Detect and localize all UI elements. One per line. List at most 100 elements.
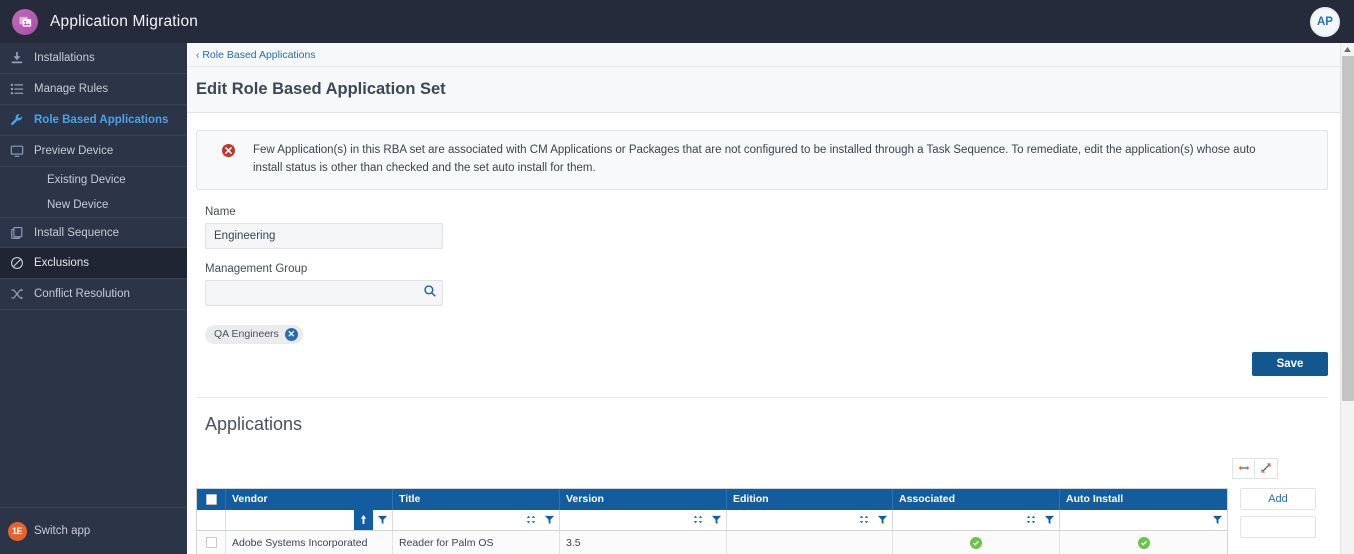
sidebar-item-conflict-resolution[interactable]: Conflict Resolution (0, 279, 187, 310)
field-gap (205, 249, 1342, 263)
sidebar-item-label: Install Sequence (34, 226, 120, 239)
ban-icon (0, 256, 34, 270)
sidebar-item-preview-device[interactable]: Preview Device (0, 136, 187, 167)
check-circle-icon (970, 536, 982, 549)
search-icon[interactable] (423, 284, 437, 298)
save-row: Save (196, 344, 1342, 376)
top-bar: Application Migration AP (0, 0, 1354, 43)
secondary-action-button[interactable] (1240, 515, 1316, 538)
add-button[interactable]: Add (1240, 487, 1316, 510)
filter-cell-vendor (226, 509, 393, 531)
filter-icon-associated[interactable] (1040, 509, 1059, 530)
check-circle-icon (1137, 536, 1150, 549)
form-section: Name Management Group (196, 190, 1342, 344)
expand-diagonal-icon[interactable] (1255, 457, 1278, 479)
copy-icon (0, 226, 34, 240)
grid-filter-row (197, 509, 1227, 531)
sidebar-item-label: Conflict Resolution (34, 288, 130, 300)
switch-app-button[interactable]: 1E Switch app (0, 507, 187, 554)
sidebar-item-role-based-applications[interactable]: Role Based Applications (0, 105, 187, 136)
row-checkbox[interactable] (205, 537, 217, 549)
page-header: Edit Role Based Application Set (187, 67, 1354, 113)
filter-cell-associated (893, 509, 1060, 531)
select-all-cell (197, 488, 226, 510)
sidebar-item-label: Preview Device (34, 145, 114, 157)
sidebar-item-exclusions[interactable]: Exclusions (0, 248, 187, 279)
column-header-title[interactable]: Title (393, 488, 560, 510)
scrollbar-thumb[interactable] (1342, 56, 1354, 401)
content-scroll-area: Few Application(s) in this RBA set are a… (187, 113, 1354, 554)
filter-icon-vendor[interactable] (373, 509, 392, 530)
applications-grid-wrap: Vendor Title Version Edition Associated … (196, 479, 1342, 554)
column-header-associated[interactable]: Associated (893, 488, 1060, 510)
filter-icon-title[interactable] (540, 509, 559, 530)
column-header-vendor[interactable]: Vendor (226, 488, 393, 510)
filter-cell-edition (727, 509, 893, 531)
filter-icon-version[interactable] (707, 509, 726, 530)
cell-auto-install (1060, 531, 1227, 554)
grid-body: Adobe Systems Incorporated Reader for Pa… (197, 530, 1227, 554)
application-window: Application Migration AP Installations M… (0, 0, 1354, 554)
sidebar-item-installations[interactable]: Installations (0, 43, 187, 74)
name-input[interactable] (205, 222, 443, 249)
filter-cell-title (393, 509, 560, 531)
sidebar-subitem-label: Existing Device (47, 173, 126, 186)
grid-header-row: Vendor Title Version Edition Associated … (197, 488, 1227, 510)
body-row: Installations Manage Rules Role Based Ap… (0, 43, 1354, 554)
one-e-logo-text: 1E (7, 521, 27, 541)
list-icon (0, 82, 34, 96)
scroll-up-arrow-icon[interactable] (1341, 43, 1354, 56)
page-title: Edit Role Based Application Set (196, 80, 446, 98)
column-header-edition[interactable]: Edition (727, 488, 893, 510)
chevron-left-icon: ‹ (196, 49, 200, 61)
management-group-label: Management Group (205, 262, 308, 275)
wrench-icon (0, 113, 34, 127)
save-button[interactable]: Save (1252, 351, 1328, 376)
cell-version: 3.5 (560, 530, 727, 554)
fit-width-icon[interactable] (1232, 457, 1255, 479)
download-icon (0, 51, 34, 65)
breadcrumb[interactable]: ‹ Role Based Applications (196, 49, 316, 61)
remove-chip-icon[interactable]: ✕ (284, 327, 298, 341)
sidebar-item-manage-rules[interactable]: Manage Rules (0, 74, 187, 105)
sidebar-item-install-sequence[interactable]: Install Sequence (0, 217, 187, 248)
select-all-checkbox[interactable] (205, 493, 217, 505)
grid-side-buttons: Add (1240, 487, 1316, 554)
chip-qa-engineers[interactable]: QA Engineers ✕ (205, 324, 303, 344)
cell-title: Reader for Palm OS (393, 530, 560, 554)
table-view-buttons (1232, 457, 1278, 479)
filter-cell-version (560, 509, 727, 531)
switch-app-label: Switch app (34, 525, 91, 537)
row-select-cell (197, 530, 226, 554)
sidebar-subitem-label: New Device (47, 198, 109, 211)
sidebar-subitem-existing-device[interactable]: Existing Device (0, 167, 187, 192)
management-group-field (205, 279, 443, 306)
selected-groups-chips: QA Engineers ✕ (205, 324, 1342, 344)
filter-icon-edition[interactable] (873, 509, 892, 530)
one-e-logo-icon: 1E (0, 521, 34, 541)
sort-asc-icon-vendor[interactable] (354, 509, 373, 530)
app-title: Application Migration (50, 12, 199, 30)
avatar[interactable]: AP (1310, 6, 1340, 37)
column-header-auto-install[interactable]: Auto Install (1060, 489, 1227, 510)
sidebar-item-label: Installations (34, 52, 95, 64)
sidebar-subitem-new-device[interactable]: New Device (0, 192, 187, 217)
error-circle-icon (221, 143, 236, 163)
breadcrumb-bar: ‹ Role Based Applications (187, 43, 1354, 67)
app-migration-logo-icon (12, 8, 38, 35)
filter-cell-auto-install (1060, 509, 1227, 531)
management-group-input[interactable] (205, 279, 443, 306)
filter-icon-auto-install[interactable] (1208, 509, 1227, 530)
error-alert: Few Application(s) in this RBA set are a… (196, 130, 1328, 190)
sidebar-item-label: Role Based Applications (34, 114, 169, 126)
table-row[interactable]: Adobe Systems Incorporated Reader for Pa… (197, 530, 1227, 554)
breadcrumb-label: Role Based Applications (202, 48, 316, 61)
vertical-scrollbar[interactable] (1340, 43, 1354, 554)
applications-section-title: Applications (205, 413, 303, 434)
sort-icon-title[interactable] (521, 509, 540, 530)
sort-icon-version[interactable] (688, 509, 707, 530)
applications-grid: Vendor Title Version Edition Associated … (196, 487, 1228, 554)
sort-icon-edition[interactable] (854, 509, 873, 530)
column-header-version[interactable]: Version (560, 488, 727, 510)
sort-icon-associated[interactable] (1021, 509, 1040, 530)
